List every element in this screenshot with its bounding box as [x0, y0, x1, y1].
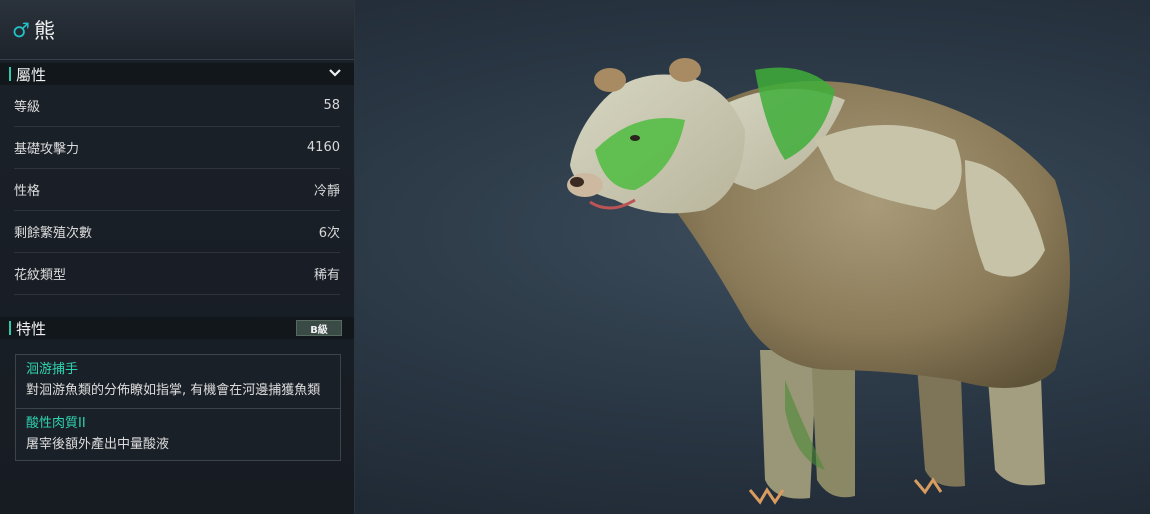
attribute-label: 等級: [14, 100, 41, 115]
trait-description: 對洄游魚類的分佈瞭如指掌, 有機會在河邊捕獲魚類: [26, 383, 321, 398]
section-accent-bar: [9, 67, 11, 81]
traits-list: 洄游捕手 對洄游魚類的分佈瞭如指掌, 有機會在河邊捕獲魚類 酸性肉質II 屠宰後…: [15, 354, 341, 461]
attribute-label: 基礎攻擊力: [14, 142, 80, 157]
attribute-label: 花紋類型: [14, 268, 67, 283]
trait-name: 酸性肉質II: [26, 416, 86, 431]
trait-item[interactable]: 洄游捕手 對洄游魚類的分佈瞭如指掌, 有機會在河邊捕獲魚類: [16, 355, 340, 408]
attribute-value: 4160: [306, 140, 340, 155]
trait-item[interactable]: 酸性肉質II 屠宰後額外產出中量酸液: [16, 408, 340, 461]
trait-grade-badge: B級: [296, 320, 342, 336]
attribute-row-personality: 性格 冷靜: [14, 169, 340, 211]
creature-name: 熊: [33, 18, 55, 43]
attributes-title: 屬性: [16, 65, 47, 84]
traits-title: 特性: [16, 319, 47, 338]
section-accent-bar: [9, 321, 11, 335]
attribute-label: 性格: [14, 184, 41, 199]
traits-section-header: 特性 B級: [0, 317, 354, 339]
attributes-list: 等級 58 基礎攻擊力 4160 性格 冷靜 剩餘繁殖次數 6次 花紋類型 稀有: [0, 85, 354, 295]
trait-name: 洄游捕手: [26, 362, 79, 377]
attribute-row-level: 等級 58: [14, 85, 340, 127]
attribute-label: 剩餘繁殖次數: [14, 226, 93, 241]
attribute-value: 冷靜: [313, 184, 340, 199]
attribute-value: 58: [323, 98, 340, 113]
male-gender-icon: ♂: [12, 17, 30, 42]
attribute-value: 6次: [318, 226, 340, 241]
creature-info-panel: ♂ 熊 屬性 等級 58 基礎攻擊力 4160 性格 冷靜 剩餘繁殖次數 6次 …: [0, 0, 355, 514]
attribute-row-breeding: 剩餘繁殖次數 6次: [14, 211, 340, 253]
bear-model-image: [567, 58, 1070, 505]
attribute-value: 稀有: [313, 268, 340, 283]
trait-description: 屠宰後額外產出中量酸液: [26, 437, 170, 452]
attribute-row-pattern: 花紋類型 稀有: [14, 253, 340, 295]
creature-header: ♂ 熊: [0, 0, 354, 60]
attributes-section-header[interactable]: 屬性: [0, 63, 354, 85]
attribute-row-attack: 基礎攻擊力 4160: [14, 127, 340, 169]
chevron-down-icon[interactable]: [328, 66, 342, 80]
